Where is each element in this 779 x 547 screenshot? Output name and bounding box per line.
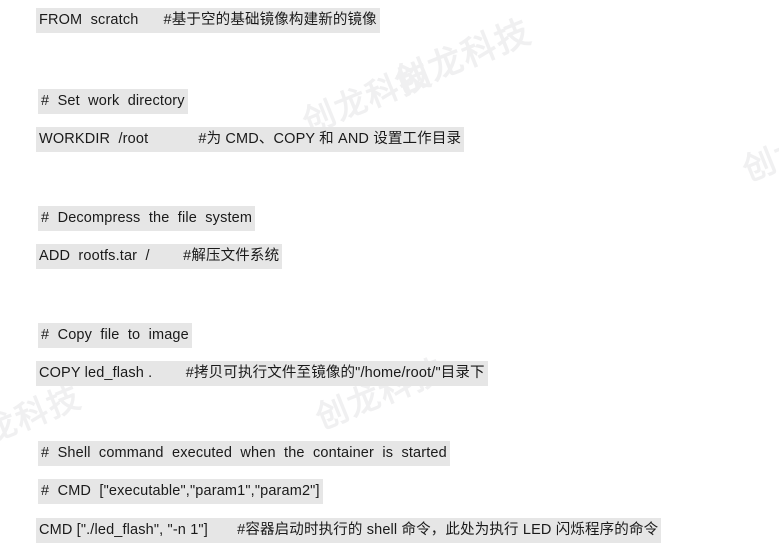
code-line-comment-cmd-syntax: # CMD ["executable","param1","param2"]	[38, 479, 323, 504]
code-line-workdir-root: WORKDIR /root #为 CMD、COPY 和 AND 设置工作目录	[36, 127, 465, 152]
code-listing: FROM scratch #基于空的基础镜像构建新的镜像 # Set work …	[0, 0, 779, 547]
code-line-add-rootfs: ADD rootfs.tar / #解压文件系统	[36, 244, 283, 269]
code-line-comment-shell-cmd: # Shell command executed when the contai…	[38, 441, 450, 466]
code-line-comment-copy-file: # Copy file to image	[38, 323, 192, 348]
code-line-from-scratch: FROM scratch #基于空的基础镜像构建新的镜像	[36, 8, 380, 33]
code-line-copy-led-flash: COPY led_flash . #拷贝可执行文件至镜像的"/home/root…	[36, 361, 488, 386]
code-line-comment-set-workdir: # Set work directory	[38, 89, 188, 114]
code-line-comment-decompress: # Decompress the file system	[38, 206, 256, 231]
code-line-cmd-led-flash: CMD ["./led_flash", "-n 1"] #容器启动时执行的 sh…	[36, 518, 662, 543]
